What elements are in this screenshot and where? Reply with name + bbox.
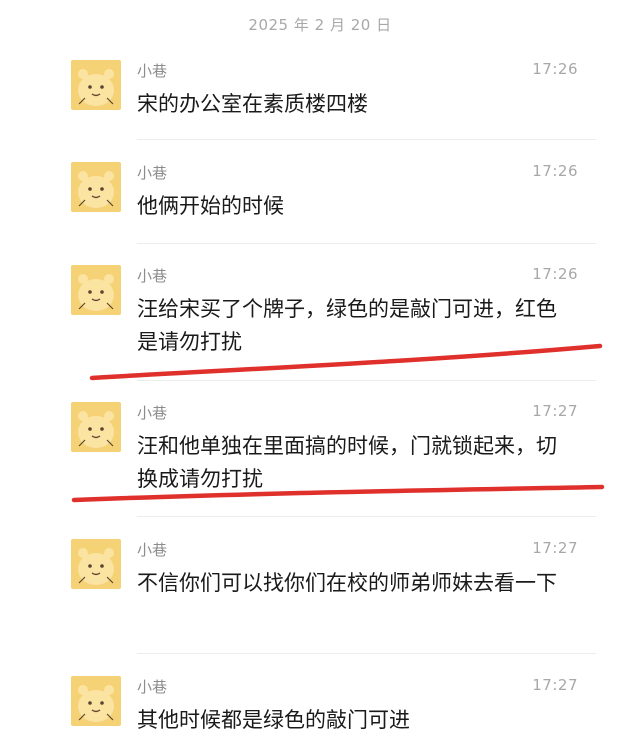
- message-time: 17:26: [532, 60, 578, 78]
- sender-name: 小巷: [137, 164, 168, 182]
- message-text: 不信你们可以找你们在校的师弟师妹去看一下: [137, 571, 557, 595]
- cartoon-bear-avatar-icon[interactable]: [71, 60, 121, 110]
- message-time: 17:26: [532, 162, 578, 180]
- message-divider: [137, 380, 596, 381]
- message-text: 其他时候都是绿色的敲门可进: [137, 708, 410, 732]
- cartoon-bear-avatar-icon[interactable]: [71, 162, 121, 212]
- sender-name: 小巷: [137, 62, 168, 80]
- sender-name: 小巷: [137, 678, 168, 696]
- cartoon-bear-avatar-icon[interactable]: [71, 265, 121, 315]
- sender-name: 小巷: [137, 404, 168, 422]
- message-time: 17:27: [532, 539, 578, 557]
- message-text: 汪和他单独在里面搞的时候，门就锁起来，切换成请勿打扰: [137, 434, 557, 491]
- message-divider: [137, 139, 596, 140]
- cartoon-bear-avatar-icon[interactable]: [71, 676, 121, 726]
- message-time: 17:27: [532, 402, 578, 420]
- message-time: 17:26: [532, 265, 578, 283]
- date-separator: 2025 年 2 月 20 日: [248, 16, 392, 34]
- message-divider: [137, 243, 596, 244]
- cartoon-bear-avatar-icon[interactable]: [71, 539, 121, 589]
- sender-name: 小巷: [137, 267, 168, 285]
- sender-name: 小巷: [137, 541, 168, 559]
- message-divider: [137, 516, 596, 517]
- message-text: 他俩开始的时候: [137, 194, 284, 218]
- message-text: 汪给宋买了个牌子，绿色的是敲门可进，红色是请勿打扰: [137, 297, 557, 354]
- message-divider: [137, 653, 596, 654]
- cartoon-bear-avatar-icon[interactable]: [71, 402, 121, 452]
- message-text: 宋的办公室在素质楼四楼: [137, 92, 368, 116]
- message-time: 17:27: [532, 676, 578, 694]
